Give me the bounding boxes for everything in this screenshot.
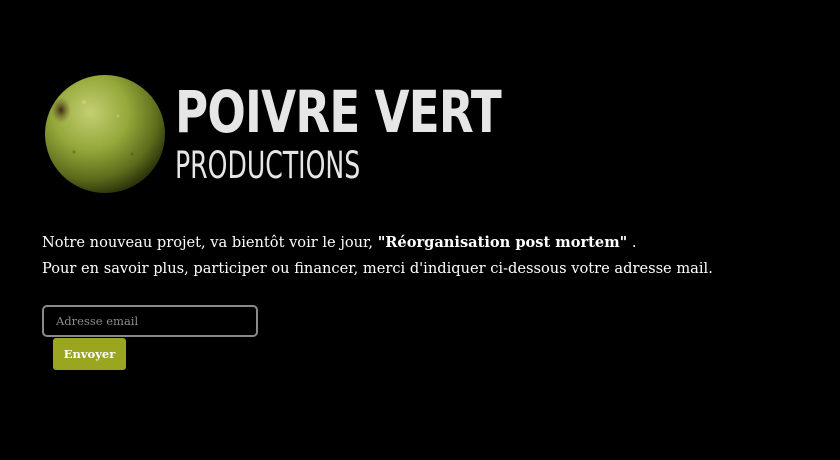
- intro-line-1-suffix: .: [627, 234, 637, 251]
- brand-title: POIVRE VERT: [175, 78, 502, 146]
- intro-line-1-prefix: Notre nouveau projet, va bientôt voir le…: [42, 234, 378, 251]
- intro-line-2: Pour en savoir plus, participer ou finan…: [42, 260, 713, 277]
- intro-line-1: Notre nouveau projet, va bientôt voir le…: [42, 230, 822, 256]
- brand-logo: POIVRE VERT PRODUCTIONS: [44, 74, 524, 196]
- submit-button[interactable]: Envoyer: [53, 338, 126, 370]
- green-peppercorn-icon: [45, 75, 165, 193]
- project-name: "Réorganisation post mortem": [377, 234, 628, 251]
- intro-text: Notre nouveau projet, va bientôt voir le…: [42, 230, 822, 282]
- brand-subtitle: PRODUCTIONS: [175, 144, 361, 187]
- email-input[interactable]: [42, 305, 258, 337]
